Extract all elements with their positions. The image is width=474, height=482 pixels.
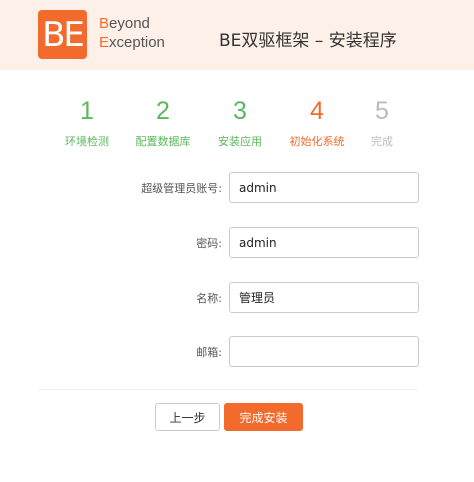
email-input[interactable]	[229, 336, 419, 367]
step-5: 5 完成	[337, 95, 427, 149]
step-number: 5	[375, 97, 389, 125]
admin-account-row: 超级管理员账号:	[0, 172, 474, 204]
password-input[interactable]	[229, 227, 419, 258]
admin-account-label: 超级管理员账号:	[141, 182, 222, 195]
name-label: 名称:	[196, 292, 222, 305]
header: BE Beyond Exception BE双驱框架 – 安装程序	[0, 0, 474, 70]
step-label: 完成	[371, 135, 393, 148]
divider	[38, 389, 418, 390]
brand-line-1-rest: eyond	[109, 15, 150, 32]
step-progress: 1 环境检测 2 配置数据库 3 安装应用 4 初始化系统 5 完成	[0, 95, 474, 155]
finish-install-button[interactable]: 完成安装	[224, 403, 303, 431]
email-row: 邮箱:	[0, 336, 474, 368]
name-row: 名称:	[0, 282, 474, 314]
brand-name: Beyond Exception	[99, 14, 165, 52]
brand-line-2-rest: xception	[109, 34, 165, 51]
logo-text: BE	[42, 14, 85, 55]
password-row: 密码:	[0, 227, 474, 259]
page-title: BE双驱框架 – 安装程序	[219, 31, 397, 51]
brand-line-1: Beyond	[99, 14, 165, 33]
logo: BE	[38, 10, 87, 59]
name-input[interactable]	[229, 282, 419, 313]
password-label: 密码:	[196, 237, 222, 250]
brand-line-2: Exception	[99, 33, 165, 52]
admin-account-input[interactable]	[229, 172, 419, 203]
email-label: 邮箱:	[196, 346, 222, 359]
brand-line-1-accent: B	[99, 15, 110, 32]
brand-line-2-accent: E	[99, 34, 110, 51]
previous-step-button[interactable]: 上一步	[155, 403, 220, 431]
